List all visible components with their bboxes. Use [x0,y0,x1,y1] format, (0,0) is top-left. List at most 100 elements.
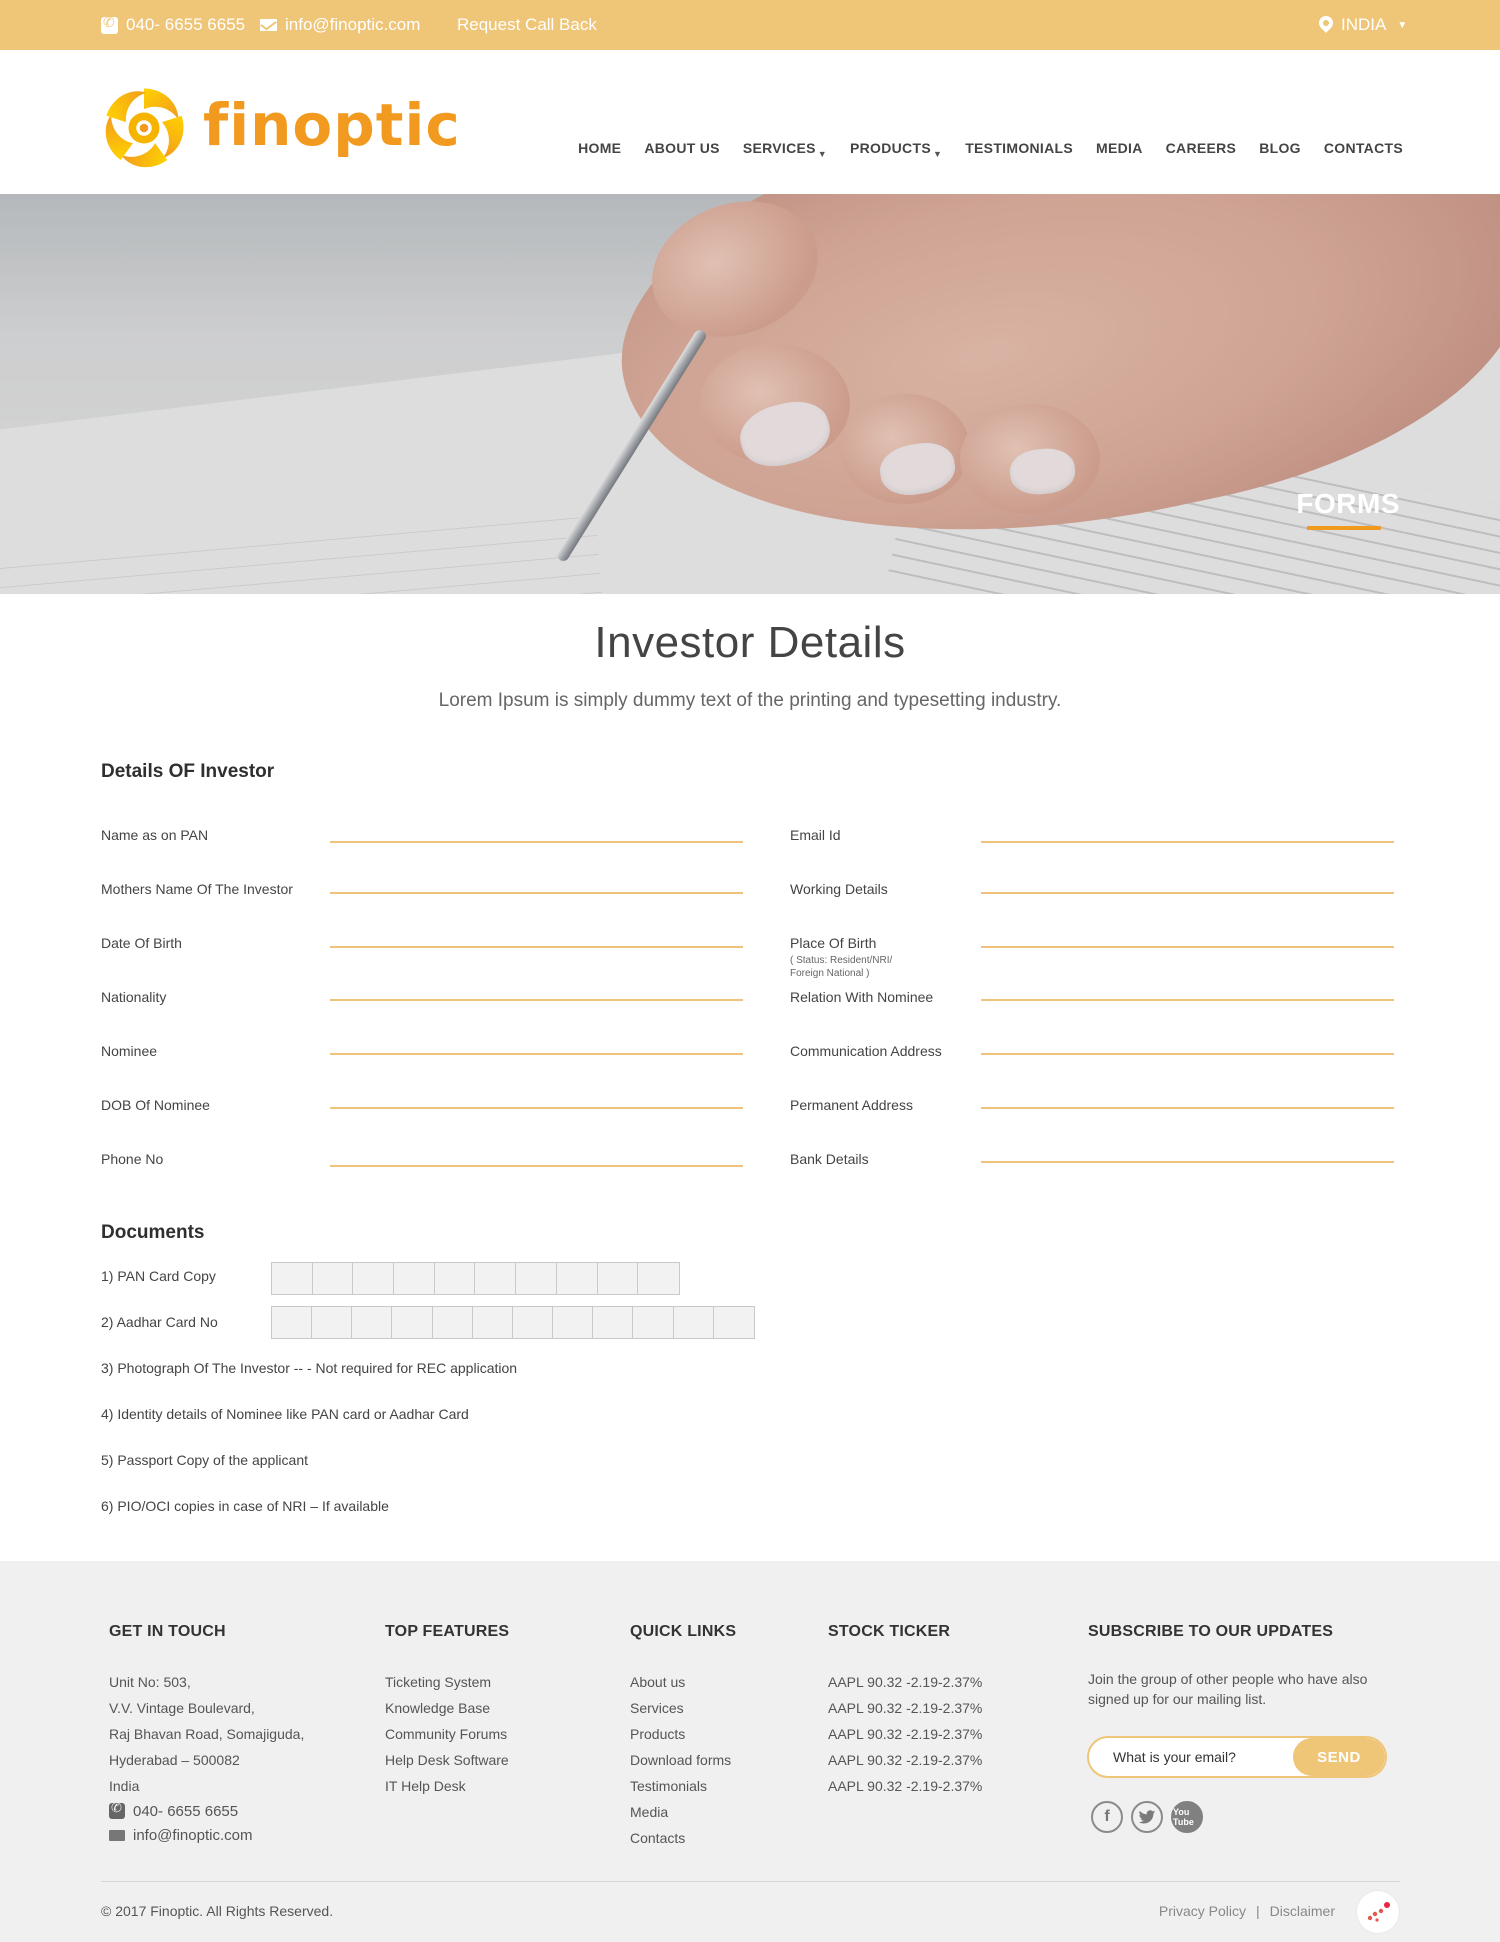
legal-separator: | [1256,1903,1260,1919]
privacy-policy-link[interactable]: Privacy Policy [1159,1903,1246,1919]
nav-testimonials[interactable]: TESTIMONIALS [965,140,1073,156]
input-name-as-on-pan[interactable] [330,841,743,843]
youtube-icon[interactable]: You Tube [1171,1801,1203,1833]
footer-link[interactable]: Products [630,1721,736,1747]
documents-heading: Documents [101,1222,205,1243]
nav-products[interactable]: PRODUCTS ▼ [850,140,942,159]
subscribe-send-button[interactable]: SEND [1293,1738,1385,1776]
footer-divider [101,1881,1400,1882]
brand-name: finoptic [203,91,461,159]
character-box[interactable] [674,1307,714,1338]
nav-products-label: PRODUCTS [850,140,931,156]
footer-link[interactable]: Media [630,1799,736,1825]
character-box[interactable] [516,1263,557,1294]
footer-link[interactable]: Knowledge Base [385,1695,509,1721]
page-title: Investor Details [594,618,906,667]
input-email-id[interactable] [981,841,1394,843]
address-line: India [109,1778,140,1794]
country-selector[interactable]: INDIA ▼ [1319,0,1407,50]
footer-phone[interactable]: 040- 6655 6655 [109,1799,304,1823]
footer-heading: QUICK LINKS [630,1623,737,1640]
footer-heading: GET IN TOUCH [109,1623,226,1640]
label-email-id: Email Id [790,827,841,843]
nav-home[interactable]: HOME [578,140,621,156]
character-box[interactable] [633,1307,674,1338]
caret-down-icon: ▼ [1397,19,1408,31]
nav-careers[interactable]: CAREERS [1166,140,1237,156]
input-place-of-birth[interactable] [981,946,1394,948]
character-box[interactable] [513,1307,554,1338]
label-mothers-name: Mothers Name Of The Investor [101,881,293,897]
input-nationality[interactable] [330,999,743,1001]
document-item: 3) Photograph Of The Investor -- - Not r… [101,1360,518,1376]
stock-ticker-item: AAPL 90.32 -2.19-2.37% [828,1752,983,1768]
input-permanent-address[interactable] [981,1107,1394,1109]
input-phone-no[interactable] [330,1165,743,1167]
character-box[interactable] [553,1307,594,1338]
dropdown-caret-icon: ▼ [817,149,827,159]
recaptcha-badge-icon[interactable] [1357,1891,1399,1933]
character-box[interactable] [435,1263,476,1294]
footer-heading: STOCK TICKER [828,1623,951,1640]
character-box[interactable] [272,1307,313,1338]
footer-email[interactable]: info@finoptic.com [109,1823,304,1847]
footer-link[interactable]: About us [630,1669,736,1695]
logo[interactable]: finoptic [101,85,461,171]
character-box[interactable] [313,1263,354,1294]
input-dob-of-nominee[interactable] [330,1107,743,1109]
footer-heading: TOP FEATURES [385,1623,510,1640]
character-box[interactable] [557,1263,598,1294]
twitter-icon[interactable] [1131,1801,1163,1833]
request-callback-label: Request Call Back [457,15,597,34]
top-bar: 040- 6655 6655 info@finoptic.com Request… [0,0,1500,50]
aadhar-card-label: 2) Aadhar Card No [101,1314,218,1330]
character-box[interactable] [352,1307,393,1338]
facebook-icon[interactable]: f [1091,1801,1123,1833]
banner-title: FORMS [1296,488,1400,519]
label-communication-address: Communication Address [790,1043,942,1059]
site-header: finoptic HOME ABOUT US SERVICES ▼ PRODUCT… [0,50,1500,194]
nav-media[interactable]: MEDIA [1096,140,1143,156]
input-mothers-name[interactable] [330,892,743,894]
label-place-of-birth: Place Of Birth [790,935,877,951]
subscribe-email-input[interactable] [1089,1738,1299,1776]
character-box[interactable] [714,1307,754,1338]
footer-link[interactable]: Services [630,1695,736,1721]
nav-blog[interactable]: BLOG [1259,140,1301,156]
character-box[interactable] [392,1307,433,1338]
footer-link[interactable]: Contacts [630,1825,736,1851]
input-nominee[interactable] [330,1053,743,1055]
input-communication-address[interactable] [981,1053,1394,1055]
nav-contacts[interactable]: CONTACTS [1324,140,1403,156]
nav-services[interactable]: SERVICES ▼ [743,140,827,159]
footer-link[interactable]: Download forms [630,1747,736,1773]
disclaimer-link[interactable]: Disclaimer [1270,1903,1335,1919]
social-links: f You Tube [1091,1801,1203,1833]
label-working-details: Working Details [790,881,888,897]
footer-link[interactable]: Community Forums [385,1721,509,1747]
character-box[interactable] [394,1263,435,1294]
character-box[interactable] [593,1307,634,1338]
character-box[interactable] [598,1263,639,1294]
nav-about-us[interactable]: ABOUT US [644,140,720,156]
character-box[interactable] [353,1263,395,1294]
footer-link[interactable]: Help Desk Software [385,1747,509,1773]
character-box[interactable] [312,1307,353,1338]
character-box[interactable] [638,1263,679,1294]
input-working-details[interactable] [981,892,1394,894]
character-box[interactable] [272,1263,313,1294]
character-box[interactable] [473,1307,513,1338]
topbar-email[interactable]: info@finoptic.com [260,0,420,50]
topbar-phone[interactable]: 040- 6655 6655 [101,0,245,50]
input-relation-with-nominee[interactable] [981,999,1394,1001]
character-box[interactable] [433,1307,473,1338]
footer-link[interactable]: IT Help Desk [385,1773,509,1799]
input-bank-details[interactable] [981,1161,1394,1163]
character-box[interactable] [475,1263,517,1294]
footer-link[interactable]: Ticketing System [385,1669,509,1695]
document-item: 5) Passport Copy of the applicant [101,1452,309,1468]
address-line: Raj Bhavan Road, Somajiguda, [109,1726,305,1742]
footer-link[interactable]: Testimonials [630,1773,736,1799]
request-callback-link[interactable]: Request Call Back [457,0,597,50]
input-date-of-birth[interactable] [330,946,743,948]
